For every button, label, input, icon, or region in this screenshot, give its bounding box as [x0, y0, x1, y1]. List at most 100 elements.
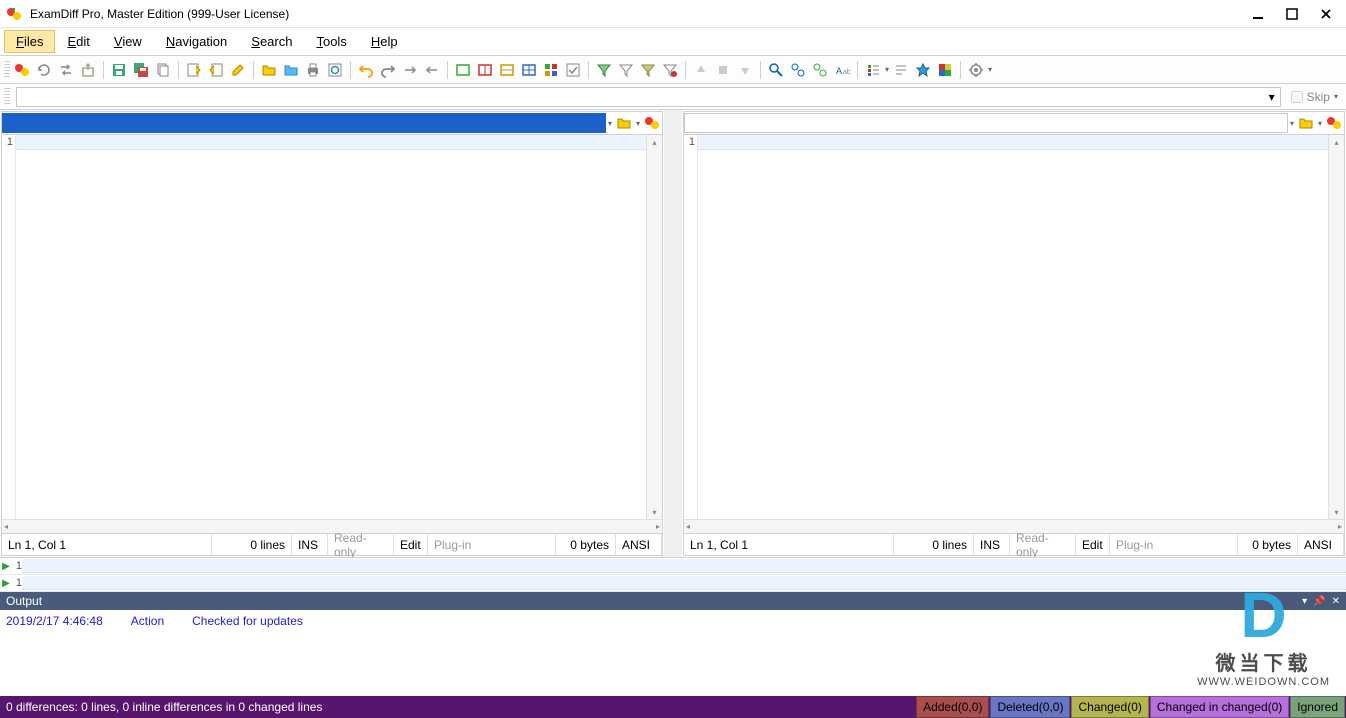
output-message: Checked for updates — [192, 614, 303, 628]
arrow-right-icon[interactable] — [400, 60, 420, 80]
edit-left-icon[interactable] — [184, 60, 204, 80]
address-combo[interactable]: ▾ — [16, 87, 1281, 107]
edit-icon[interactable] — [228, 60, 248, 80]
mini-arrow-icon[interactable]: ▶ — [0, 578, 12, 589]
right-editor[interactable] — [698, 135, 1328, 519]
right-status-ro: Read-only — [1010, 534, 1076, 555]
left-open-dropdown[interactable]: ▾ — [636, 119, 640, 128]
skip-checkbox[interactable]: Skip ▾ — [1287, 90, 1342, 104]
output-timestamp: 2019/2/17 4:46:48 — [6, 614, 103, 628]
view-split-h-icon[interactable] — [497, 60, 517, 80]
toolbar-grip[interactable] — [4, 61, 10, 79]
right-path-dropdown[interactable]: ▾ — [1290, 119, 1294, 128]
left-editor[interactable] — [16, 135, 646, 519]
menu-files[interactable]: Files — [4, 30, 55, 53]
edit-right-icon[interactable] — [206, 60, 226, 80]
skip-check[interactable] — [1291, 91, 1303, 103]
left-compare-icon[interactable] — [642, 113, 662, 133]
svg-text:A: A — [836, 66, 842, 76]
maximize-button[interactable] — [1284, 6, 1300, 22]
left-open-folder-icon[interactable] — [614, 113, 634, 133]
status-added[interactable]: Added(0,0) — [916, 696, 989, 718]
wrap-icon[interactable] — [891, 60, 911, 80]
right-path-input[interactable] — [684, 113, 1288, 133]
refresh-icon[interactable] — [34, 60, 54, 80]
nav-up-icon[interactable] — [691, 60, 711, 80]
list-dropdown[interactable]: ▾ — [885, 65, 889, 74]
copy-icon[interactable] — [153, 60, 173, 80]
right-status-enc: ANSI — [1298, 534, 1344, 555]
left-status-edit[interactable]: Edit — [394, 534, 428, 555]
view-split-v-icon[interactable] — [475, 60, 495, 80]
combobar-grip[interactable] — [4, 88, 10, 106]
plugin-icon[interactable] — [913, 60, 933, 80]
folder-left-icon[interactable] — [259, 60, 279, 80]
preview-icon[interactable] — [325, 60, 345, 80]
save-icon[interactable] — [109, 60, 129, 80]
nav-stop-icon[interactable] — [713, 60, 733, 80]
left-status: Ln 1, Col 1 0 lines INS Read-only Edit P… — [2, 533, 662, 555]
replace-icon[interactable]: Aab — [832, 60, 852, 80]
folder-right-icon[interactable] — [281, 60, 301, 80]
menu-help[interactable]: Help — [359, 30, 410, 53]
print-icon[interactable] — [303, 60, 323, 80]
status-deleted[interactable]: Deleted(0,0) — [990, 696, 1070, 718]
menu-tools[interactable]: Tools — [304, 30, 358, 53]
toolbar: Aab ▾ ▾ — [0, 56, 1346, 84]
filter-2-icon[interactable] — [616, 60, 636, 80]
nav-down-icon[interactable] — [735, 60, 755, 80]
close-button[interactable] — [1318, 6, 1334, 22]
checkbox-icon[interactable] — [563, 60, 583, 80]
filter-4-icon[interactable] — [660, 60, 680, 80]
statusbar: 0 differences: 0 lines, 0 inline differe… — [0, 696, 1346, 718]
output-pin-icon[interactable]: 📌 — [1313, 596, 1325, 607]
titlebar: ExamDiff Pro, Master Edition (999-User L… — [0, 0, 1346, 28]
export-icon[interactable] — [78, 60, 98, 80]
find-prev-icon[interactable] — [810, 60, 830, 80]
right-compare-icon[interactable] — [1324, 113, 1344, 133]
left-gutter: 1 — [2, 135, 16, 519]
right-status-ins: INS — [974, 534, 1010, 555]
settings-icon[interactable] — [966, 60, 986, 80]
right-scrollbar-h[interactable]: ◂▸ — [684, 519, 1344, 533]
settings-dropdown[interactable]: ▾ — [988, 65, 992, 74]
mini-arrow-icon[interactable]: ▶ — [0, 561, 12, 572]
right-scrollbar-v[interactable]: ▴▾ — [1328, 135, 1344, 519]
right-open-folder-icon[interactable] — [1296, 113, 1316, 133]
color-icon[interactable] — [935, 60, 955, 80]
right-open-dropdown[interactable]: ▾ — [1318, 119, 1322, 128]
status-changed-in-changed[interactable]: Changed in changed(0) — [1150, 696, 1289, 718]
status-changed[interactable]: Changed(0) — [1071, 696, 1148, 718]
view-quad-icon[interactable] — [519, 60, 539, 80]
output-menu-icon[interactable]: ▾ — [1302, 596, 1307, 607]
left-status-ro: Read-only — [328, 534, 394, 555]
left-pane: ▾ ▾ 1 ▴▾ ◂▸ Ln 1, Col 1 0 lines INS Read… — [1, 111, 663, 556]
left-path-dropdown[interactable]: ▾ — [608, 119, 612, 128]
filter-3-icon[interactable] — [638, 60, 658, 80]
status-ignored[interactable]: Ignored — [1290, 696, 1345, 718]
list-icon[interactable] — [863, 60, 883, 80]
save-all-icon[interactable] — [131, 60, 151, 80]
menu-edit[interactable]: Edit — [55, 30, 101, 53]
find-next-icon[interactable] — [788, 60, 808, 80]
view-single-icon[interactable] — [453, 60, 473, 80]
view-grid-icon[interactable] — [541, 60, 561, 80]
left-path-input[interactable] — [2, 113, 606, 133]
menu-search[interactable]: Search — [239, 30, 304, 53]
swap-icon[interactable] — [56, 60, 76, 80]
compare-icon[interactable] — [12, 60, 32, 80]
menu-view[interactable]: View — [102, 30, 154, 53]
minimize-button[interactable] — [1250, 6, 1266, 22]
filter-1-icon[interactable] — [594, 60, 614, 80]
left-scrollbar-v[interactable]: ▴▾ — [646, 135, 662, 519]
find-icon[interactable] — [766, 60, 786, 80]
splitter[interactable] — [664, 110, 682, 557]
undo-icon[interactable] — [356, 60, 376, 80]
left-scrollbar-h[interactable]: ◂▸ — [2, 519, 662, 533]
arrow-left-icon[interactable] — [422, 60, 442, 80]
right-status-edit[interactable]: Edit — [1076, 534, 1110, 555]
output-close-icon[interactable]: ✕ — [1332, 596, 1340, 607]
redo-icon[interactable] — [378, 60, 398, 80]
menu-navigation[interactable]: Navigation — [154, 30, 239, 53]
chevron-down-icon[interactable]: ▾ — [1264, 88, 1280, 106]
